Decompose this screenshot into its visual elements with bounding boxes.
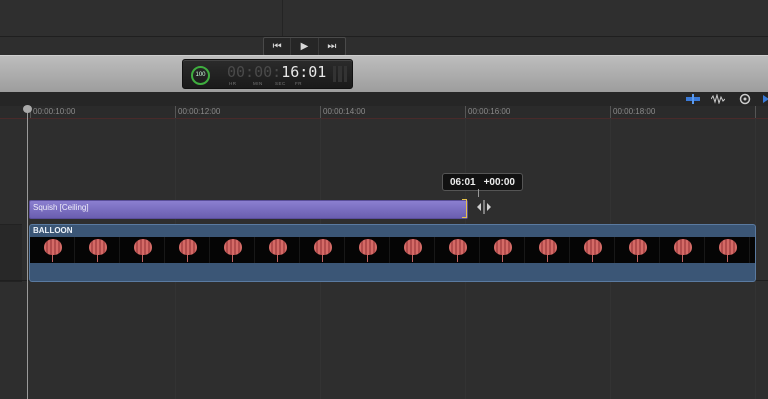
snapping-icon[interactable]	[758, 93, 768, 105]
filmstrip-frame	[75, 237, 120, 263]
play-icon: ▶	[300, 41, 309, 52]
filmstrip-frame	[435, 237, 480, 263]
balloon-thumbnail	[134, 239, 152, 255]
filmstrip-frame	[525, 237, 570, 263]
balloon-thumbnail	[179, 239, 197, 255]
previous-edit-button[interactable]: ⏮	[264, 38, 292, 55]
playhead[interactable]	[23, 105, 32, 113]
balloon-thumbnail	[449, 239, 467, 255]
percent-indicator: 100	[191, 66, 210, 85]
balloon-thumbnail	[224, 239, 242, 255]
tooltip-delta: +00:00	[483, 176, 515, 188]
tooltip-tail	[478, 189, 479, 197]
trim-handle[interactable]	[462, 199, 467, 218]
clip-appearance-icon[interactable]	[685, 93, 701, 105]
filmstrip-frame	[255, 237, 300, 263]
filmstrip-frame	[30, 237, 75, 263]
toolbar	[0, 55, 768, 93]
ruler-tick	[610, 106, 611, 118]
balloon-thumbnail	[404, 239, 422, 255]
title-clip[interactable]: Squish [Ceiling]	[29, 200, 468, 219]
balloon-thumbnail	[269, 239, 287, 255]
balloon-thumbnail	[314, 239, 332, 255]
timecode-label-sec: SEC	[275, 81, 286, 86]
balloon-thumbnail	[629, 239, 647, 255]
filmstrip	[30, 237, 755, 263]
timeline-header	[0, 92, 768, 107]
play-button[interactable]: ▶	[291, 38, 319, 55]
balloon-thumbnail	[494, 239, 512, 255]
audio-waveform-icon[interactable]	[710, 93, 726, 105]
balloon-thumbnail	[584, 239, 602, 255]
filmstrip-frame	[615, 237, 660, 263]
skip-back-icon: ⏮	[272, 41, 282, 52]
ruler-label: 00:00:18:00	[613, 107, 656, 116]
filmstrip-frame	[570, 237, 615, 263]
timecode-bright-digits: 16:01	[281, 63, 327, 81]
ruler-tick	[175, 106, 176, 118]
balloon-thumbnail	[89, 239, 107, 255]
viewer-area	[0, 0, 768, 37]
next-edit-button[interactable]: ⏭	[319, 38, 345, 55]
timecode-label-fr: FR	[295, 81, 302, 86]
viewer-divider	[282, 0, 283, 36]
skip-forward-icon: ⏭	[327, 41, 337, 52]
ruler-label: 00:00:12:00	[178, 107, 221, 116]
filmstrip-frame	[480, 237, 525, 263]
balloon-thumbnail	[674, 239, 692, 255]
timecode-label-hr: HR	[229, 81, 237, 86]
video-clip-label: BALLOON	[33, 226, 73, 235]
video-clip[interactable]: BALLOON	[29, 224, 756, 282]
playhead-line	[27, 110, 28, 399]
filmstrip-frame	[300, 237, 345, 263]
ruler-label: 00:00:10:00	[33, 107, 76, 116]
filmstrip-frame	[165, 237, 210, 263]
balloon-thumbnail	[719, 239, 737, 255]
balloon-thumbnail	[359, 239, 377, 255]
filmstrip-frame	[210, 237, 255, 263]
trim-tooltip: 06:01 +00:00	[442, 173, 523, 191]
trim-cursor-icon	[476, 200, 492, 217]
ruler-tick	[465, 106, 466, 118]
transport-controls: ⏮ ▶ ⏭	[263, 37, 346, 56]
filmstrip-frame	[705, 237, 750, 263]
ruler-label: 00:00:16:00	[468, 107, 511, 116]
timecode-dim-digits: 00:00:	[227, 63, 282, 81]
skimming-icon[interactable]	[737, 93, 753, 105]
timecode-value: 00:00:16:01	[227, 63, 326, 81]
tooltip-position: 06:01	[450, 176, 476, 188]
filmstrip-frame	[390, 237, 435, 263]
filmstrip-frame	[345, 237, 390, 263]
filmstrip-frame	[120, 237, 165, 263]
timecode-label-min: MIN	[253, 81, 263, 86]
balloon-thumbnail	[44, 239, 62, 255]
ruler-tick	[755, 106, 756, 118]
timecode-display[interactable]: 100 00:00:16:01 HR MIN SEC FR	[182, 59, 353, 89]
title-clip-label: Squish [Ceiling]	[33, 203, 89, 212]
track-gutter	[0, 224, 22, 282]
balloon-thumbnail	[539, 239, 557, 255]
audio-meter-icon	[333, 66, 347, 82]
ruler-tick	[320, 106, 321, 118]
ruler-label: 00:00:14:00	[323, 107, 366, 116]
filmstrip-frame	[660, 237, 705, 263]
